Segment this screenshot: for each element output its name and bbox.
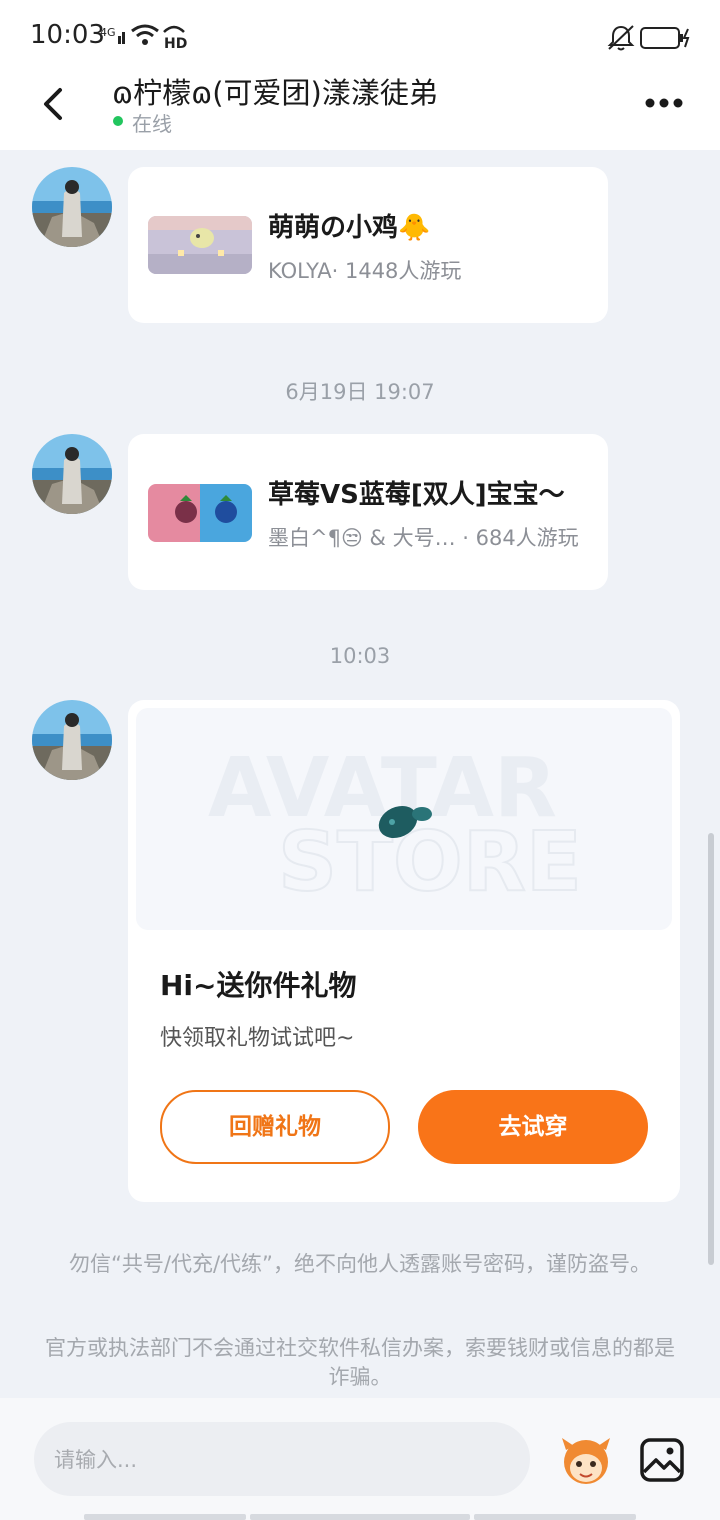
game-title: 萌萌の小鸡🐥 xyxy=(268,213,431,243)
game-meta: KOLYA· 1448人游玩 xyxy=(268,259,462,283)
game-thumbnail xyxy=(148,216,252,274)
avatar-store-banner: AVATAR STORE xyxy=(208,741,583,911)
sender-avatar[interactable] xyxy=(32,700,112,780)
more-options-icon[interactable] xyxy=(632,86,696,120)
gift-banner: AVATAR STORE xyxy=(136,708,672,930)
timestamp: 6月19日 19:07 xyxy=(285,380,435,404)
avatar-image xyxy=(32,434,112,514)
image-picker-icon[interactable] xyxy=(640,1438,684,1482)
hd-icon: HD xyxy=(163,25,187,52)
chat-messages-area[interactable]: 萌萌の小鸡🐥 KOLYA· 1448人游玩 6月19日 19:07 草莓VS蓝莓… xyxy=(0,150,720,1398)
game-meta: 墨白^¶😒 & 大号… · 684人游玩 xyxy=(268,526,579,550)
chat-header: ɷ柠檬ɷ(可爱团)漾漾徒弟 在线 xyxy=(0,66,720,150)
return-gift-button[interactable]: 回赠礼物 xyxy=(160,1090,390,1164)
wifi-icon xyxy=(131,24,159,45)
timestamp: 10:03 xyxy=(329,644,391,668)
signal-wifi-hd-icons: HD xyxy=(118,24,187,52)
back-arrow-icon[interactable] xyxy=(28,78,80,130)
scrollbar[interactable] xyxy=(708,833,714,1265)
signal-icon xyxy=(118,32,125,44)
game-title: 草莓VS蓝莓[双人]宝宝～ xyxy=(268,480,565,510)
online-status-dot xyxy=(113,116,123,126)
message-input-container[interactable] xyxy=(34,1422,530,1498)
gift-title: Hi~送你件礼物 xyxy=(160,969,357,1002)
status-bar: 10:03 4G HD xyxy=(0,0,720,66)
avatar-image xyxy=(32,167,112,247)
gift-card[interactable]: AVATAR STORE Hi~送你件礼物 快领取礼物试试吧~ 回赠礼物 去试穿 xyxy=(128,700,680,1202)
emoji-sticker-icon[interactable] xyxy=(556,1436,616,1486)
chick-game-image xyxy=(148,216,252,274)
contact-name: ɷ柠檬ɷ(可爱团)漾漾徒弟 xyxy=(112,76,438,110)
sender-avatar[interactable] xyxy=(32,434,112,514)
anti-scam-notice: 官方或执法部门不会通过社交软件私信办案，索要钱财或信息的都是诈骗。 xyxy=(45,1336,675,1389)
online-status-text: 在线 xyxy=(132,112,172,136)
gift-subtitle: 快领取礼物试试吧~ xyxy=(160,1026,355,1051)
battery-icon xyxy=(640,27,690,49)
game-card[interactable]: 萌萌の小鸡🐥 KOLYA· 1448人游玩 xyxy=(128,167,608,323)
avatar-image xyxy=(32,700,112,780)
bottom-nav-hint xyxy=(84,1514,246,1520)
status-time: 10:03 xyxy=(30,20,105,50)
svg-text:HD: HD xyxy=(164,36,187,52)
bottom-nav-hint xyxy=(250,1514,470,1520)
input-bar xyxy=(0,1398,720,1520)
message-input[interactable] xyxy=(52,1422,516,1498)
banner-text-store: STORE xyxy=(278,815,582,910)
game-card[interactable]: 草莓VS蓝莓[双人]宝宝～ 墨白^¶😒 & 大号… · 684人游玩 xyxy=(128,434,608,590)
mute-bell-icon xyxy=(607,25,635,51)
anti-fraud-notice: 勿信“共号/代充/代练”，绝不向他人透露账号密码，谨防盗号。 xyxy=(69,1252,651,1276)
berry-game-image xyxy=(148,484,252,542)
game-thumbnail xyxy=(148,484,252,542)
sender-avatar[interactable] xyxy=(32,167,112,247)
bottom-nav-hint xyxy=(474,1514,636,1520)
try-on-button[interactable]: 去试穿 xyxy=(418,1090,648,1164)
